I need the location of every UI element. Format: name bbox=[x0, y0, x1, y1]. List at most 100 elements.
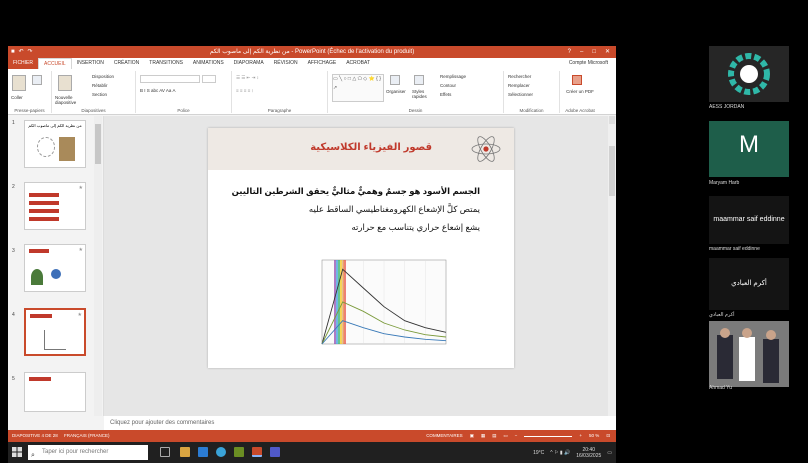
participant-tile-maryam[interactable]: M bbox=[709, 121, 789, 177]
sorter-view-icon[interactable]: ▦ bbox=[481, 430, 485, 442]
list-icons[interactable]: ☰ ☰ ⇤ ⇥ ↕ bbox=[236, 75, 259, 81]
tree-thumb-image bbox=[31, 269, 43, 285]
shapes-gallery[interactable]: ▭ ╲ ○ □ △ ⬠ ◇ ⭐ { } ↗ bbox=[332, 74, 384, 102]
account-link[interactable]: Compte Microsoft bbox=[569, 58, 608, 69]
thumb-bar bbox=[29, 249, 49, 253]
file-explorer-icon[interactable] bbox=[180, 447, 190, 457]
help-icon[interactable]: ? bbox=[568, 46, 571, 58]
tab-creation[interactable]: CRÉATION bbox=[109, 58, 144, 69]
group-label-drawing: Dessin bbox=[408, 108, 423, 113]
app-icon[interactable] bbox=[234, 447, 244, 457]
reset-button[interactable]: Rétablir bbox=[92, 83, 108, 88]
font-name-box[interactable] bbox=[140, 75, 200, 83]
arrange-icon[interactable] bbox=[390, 75, 400, 85]
tab-affichage[interactable]: AFFICHAGE bbox=[303, 58, 342, 69]
paste-icon[interactable] bbox=[12, 75, 26, 91]
tab-accueil[interactable]: ACCUEIL bbox=[38, 58, 72, 69]
zoom-slider[interactable] bbox=[524, 435, 573, 437]
align-icons[interactable]: ≡ ≡ ≡ ≡ ⁝ bbox=[236, 88, 253, 94]
participant-tile-akram[interactable]: أكرم العبادي bbox=[709, 258, 789, 310]
notifications-icon[interactable]: ▭ bbox=[607, 450, 612, 456]
slide-thumbnail-4-selected[interactable]: ★ bbox=[24, 308, 86, 356]
blackbody-chart[interactable] bbox=[304, 254, 454, 358]
tab-transitions[interactable]: TRANSITIONS bbox=[144, 58, 188, 69]
browser-icon[interactable] bbox=[216, 447, 226, 457]
find-button[interactable]: Rechercher bbox=[508, 74, 531, 79]
thumb-bar bbox=[29, 217, 59, 221]
create-pdf-button[interactable]: Créer un PDF bbox=[566, 89, 594, 94]
shape-fill-button[interactable]: Remplissage bbox=[440, 74, 466, 79]
weather-widget[interactable]: 19°C bbox=[533, 450, 544, 456]
zoom-level[interactable]: 50 % bbox=[589, 430, 599, 442]
quick-styles-button[interactable]: Styles rapides bbox=[412, 89, 430, 99]
normal-view-icon[interactable]: ▣ bbox=[470, 430, 474, 442]
visible-spectrum-band bbox=[336, 260, 338, 344]
slide-title[interactable]: قصور الفيزياء الكلاسيكية bbox=[310, 142, 432, 153]
slide-text-line-3[interactable]: يشع إشعاع حراري يتناسب مع حرارته bbox=[220, 222, 480, 233]
paste-button[interactable]: Coller bbox=[11, 95, 23, 100]
clock-date: 16/03/2025 bbox=[576, 452, 602, 459]
language-text[interactable]: FRANÇAIS (FRANCE) bbox=[64, 433, 110, 438]
participant-name: maammar saif eddinne bbox=[709, 246, 760, 252]
close-button[interactable]: ✕ bbox=[605, 46, 610, 58]
slide-text-line-1[interactable]: الجسم الأسود هو جسمٌ وهميٌّ مثاليٌّ يحقق… bbox=[220, 186, 480, 197]
slide-text-line-2[interactable]: يمتص كلَّ الإشعاع الكهرومغناطيسي الساقط … bbox=[220, 204, 480, 215]
teams-icon[interactable] bbox=[270, 447, 280, 457]
participant-tile-aess[interactable] bbox=[709, 46, 789, 102]
slide-thumbnail-5[interactable] bbox=[24, 372, 86, 412]
slide-thumbnail-3[interactable]: ★ bbox=[24, 244, 86, 292]
windows-logo-icon[interactable] bbox=[12, 447, 22, 457]
powerpoint-taskbar-icon[interactable] bbox=[252, 447, 262, 457]
tab-acrobat[interactable]: ACROBAT bbox=[341, 58, 375, 69]
thumbnails-scrollbar[interactable] bbox=[94, 116, 102, 416]
task-view-icon[interactable] bbox=[160, 447, 170, 457]
animation-star-icon: ★ bbox=[78, 247, 83, 253]
scroll-up-button[interactable] bbox=[609, 116, 615, 124]
section-button[interactable]: Section bbox=[92, 92, 107, 97]
zoom-in-icon[interactable]: + bbox=[579, 430, 582, 442]
tab-revision[interactable]: RÉVISION bbox=[269, 58, 303, 69]
slide-thumbnail-1[interactable]: من نظرية الكم إلى ماصوب الكم bbox=[24, 120, 86, 168]
arrange-button[interactable]: Organiser bbox=[386, 89, 406, 94]
maximize-button[interactable]: □ bbox=[592, 46, 596, 58]
font-size-box[interactable] bbox=[202, 75, 216, 83]
layout-button[interactable]: Disposition bbox=[92, 74, 114, 79]
select-button[interactable]: Sélectionner bbox=[508, 92, 533, 97]
tray-icons[interactable]: ^ ⚐ ▮ 🔊 bbox=[550, 450, 570, 456]
editor-scrollbar[interactable] bbox=[608, 116, 616, 416]
slideshow-icon[interactable]: ▭ bbox=[503, 430, 507, 442]
zoom-out-icon[interactable]: − bbox=[515, 430, 518, 442]
slide-counter: DIAPOSITIVE 4 DE 28 FRANÇAIS (FRANCE) bbox=[12, 430, 110, 442]
shape-effects-button[interactable]: Effets bbox=[440, 92, 451, 97]
font-format-buttons[interactable]: B I S abc AV Aa A bbox=[140, 88, 175, 93]
slide-number-text: DIAPOSITIVE 4 DE 28 bbox=[12, 433, 58, 438]
slide-thumbnail-2[interactable]: ★ bbox=[24, 182, 86, 230]
paragraph-group: ☰ ☰ ⇤ ⇥ ↕ ≡ ≡ ≡ ≡ ⁝ Paragraphe bbox=[232, 71, 328, 113]
group-label-slides: Diapositives bbox=[81, 108, 106, 113]
comments-toggle[interactable]: COMMENTAIRES bbox=[426, 430, 462, 442]
tab-diaporama[interactable]: DIAPORAMA bbox=[229, 58, 269, 69]
group-label-editing: Modification bbox=[519, 108, 544, 113]
scrollbar-thumb[interactable] bbox=[95, 124, 101, 164]
scrollbar-thumb[interactable] bbox=[609, 146, 615, 196]
clock[interactable]: 20:40 16/03/2025 bbox=[576, 447, 601, 459]
tab-insertion[interactable]: INSERTION bbox=[72, 58, 109, 69]
participant-tile-ahmad[interactable] bbox=[709, 321, 789, 387]
fit-slide-icon[interactable]: ⊡ bbox=[606, 430, 610, 442]
current-slide[interactable]: قصور الفيزياء الكلاسيكية الجسم الأسود هو… bbox=[208, 128, 514, 368]
replace-button[interactable]: Remplacer bbox=[508, 83, 530, 88]
minimize-button[interactable]: – bbox=[580, 46, 583, 58]
new-slide-button[interactable]: Nouvelle diapositive bbox=[55, 95, 91, 105]
new-slide-icon[interactable] bbox=[58, 75, 72, 91]
shape-outline-button[interactable]: Contour bbox=[440, 83, 456, 88]
reading-view-icon[interactable]: ▤ bbox=[492, 430, 496, 442]
cut-icon[interactable] bbox=[32, 75, 42, 85]
quick-styles-icon[interactable] bbox=[414, 75, 424, 85]
tab-fichier[interactable]: FICHIER bbox=[8, 58, 38, 69]
tab-animations[interactable]: ANIMATIONS bbox=[188, 58, 229, 69]
edge-icon[interactable] bbox=[198, 447, 208, 457]
taskbar-search-box[interactable]: ⌕ Taper ici pour rechercher bbox=[28, 445, 148, 460]
notes-pane[interactable]: Cliquez pour ajouter des commentaires bbox=[104, 416, 616, 430]
participant-tile-maamar[interactable]: maammar saif eddinne bbox=[709, 196, 789, 244]
pdf-icon[interactable] bbox=[572, 75, 582, 85]
